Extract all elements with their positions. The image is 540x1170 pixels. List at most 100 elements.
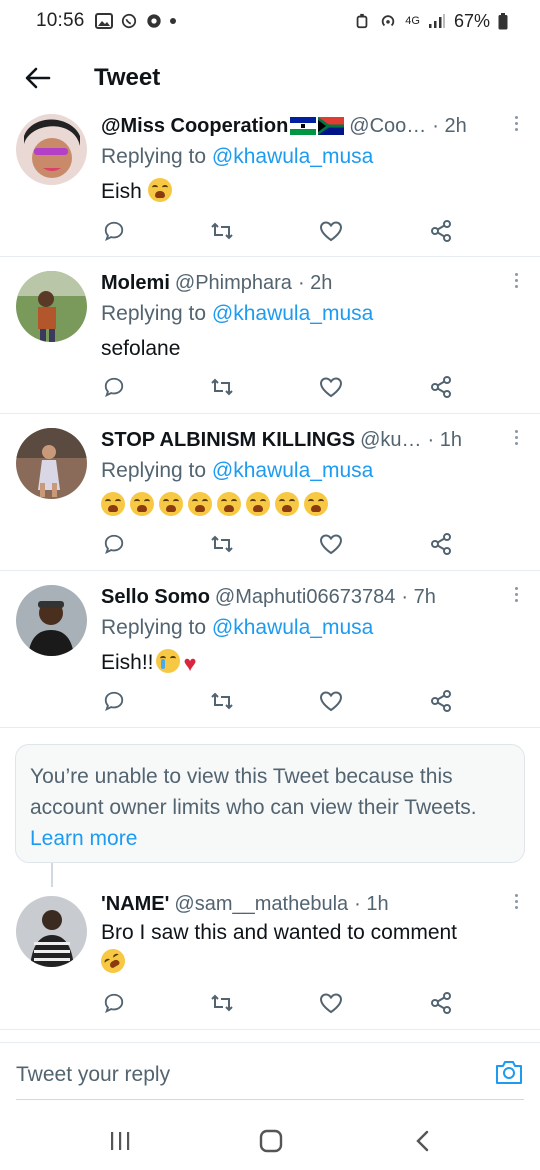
reply-icon [104, 993, 124, 1014]
retweet-icon [211, 222, 233, 240]
tweet-header: Molemi @Phimphara · 2h [101, 269, 520, 297]
alarm-icon [356, 13, 368, 29]
avatar[interactable] [16, 428, 87, 499]
loudly-crying-face-icon [101, 492, 125, 516]
author-name[interactable]: Molemi [101, 272, 170, 295]
more-options-button[interactable] [508, 112, 524, 134]
divider [16, 1099, 524, 1100]
camera-icon [496, 1061, 522, 1084]
retweet-button[interactable] [209, 688, 235, 714]
mention-link[interactable]: @khawula_musa [212, 145, 373, 168]
author-handle[interactable]: @sam__mathebula [174, 893, 348, 916]
more-options-button[interactable] [508, 426, 524, 448]
reply-prefix: Replying to [101, 302, 207, 325]
tweet-text-content: Bro I saw this and wanted to comment [101, 921, 458, 944]
signal-icon [428, 14, 445, 28]
heart-icon [319, 534, 343, 555]
like-button[interactable] [318, 688, 344, 714]
tweet-text: Eish [101, 177, 520, 207]
battery-percent: 67% [453, 10, 490, 31]
tweet[interactable]: Sello Somo @Maphuti06673784 · 7h Replyin… [0, 571, 540, 728]
more-options-button[interactable] [508, 269, 524, 291]
page-title: Tweet [94, 64, 161, 91]
tweet[interactable]: STOP ALBINISM KILLINGS @ku… · 1h Replyin… [0, 414, 540, 571]
more-options-button[interactable] [508, 890, 524, 912]
learn-more-link[interactable]: Learn more [30, 827, 137, 850]
retweet-icon [211, 378, 233, 396]
author-handle[interactable]: @ku… [360, 429, 421, 452]
gallery-icon [94, 13, 113, 29]
reply-input[interactable] [16, 1057, 466, 1093]
reply-button[interactable] [101, 218, 127, 244]
more-options-button[interactable] [508, 583, 524, 605]
share-button[interactable] [428, 374, 454, 400]
status-time: 10:56 [36, 10, 85, 31]
reply-button[interactable] [101, 688, 127, 714]
avatar[interactable] [16, 585, 87, 656]
reply-icon [104, 377, 124, 398]
share-button[interactable] [428, 688, 454, 714]
reply-button[interactable] [101, 990, 127, 1016]
heart-icon [319, 993, 343, 1014]
author-handle[interactable]: @Maphuti06673784 [215, 586, 395, 609]
tweet-text: Bro I saw this and wanted to comment [96, 918, 520, 978]
like-button[interactable] [318, 218, 344, 244]
home-button[interactable] [256, 1126, 286, 1156]
retweet-icon [211, 535, 233, 553]
author-name[interactable]: Sello Somo [101, 586, 210, 609]
share-icon [431, 690, 451, 712]
restricted-message: You’re unable to view this Tweet because… [30, 765, 477, 819]
recent-apps-button[interactable] [105, 1126, 135, 1156]
back-button[interactable] [18, 58, 58, 98]
avatar[interactable] [16, 114, 87, 185]
tweet-text-content: Eish!! [101, 651, 154, 674]
mention-link[interactable]: @khawula_musa [212, 302, 373, 325]
whatsapp-icon [121, 13, 136, 29]
retweet-button[interactable] [209, 990, 235, 1016]
back-nav-button[interactable] [408, 1126, 438, 1156]
like-button[interactable] [318, 374, 344, 400]
tweet-actions [101, 374, 461, 404]
share-button[interactable] [428, 218, 454, 244]
avatar[interactable] [16, 271, 87, 342]
camera-button[interactable] [494, 1057, 524, 1087]
tweet[interactable]: @Miss Cooperation @Coo… · 2h Replying to… [0, 104, 540, 257]
author-handle[interactable]: @Coo… [349, 115, 426, 138]
reply-button[interactable] [101, 374, 127, 400]
reply-prefix: Replying to [101, 145, 207, 168]
share-button[interactable] [428, 531, 454, 557]
chrome-icon [146, 14, 161, 28]
replying-to: Replying to @khawula_musa [101, 145, 520, 169]
rolling-on-floor-laughing-icon [96, 944, 130, 978]
author-name[interactable]: 'NAME' [101, 893, 169, 916]
tweet-header: @Miss Cooperation @Coo… · 2h [101, 112, 520, 140]
tweet-header: 'NAME' @sam__mathebula · 1h [101, 890, 520, 918]
like-button[interactable] [318, 531, 344, 557]
mention-link[interactable]: @khawula_musa [212, 459, 373, 482]
tweet[interactable]: Molemi @Phimphara · 2h Replying to @khaw… [0, 257, 540, 414]
tweet-header: Sello Somo @Maphuti06673784 · 7h [101, 583, 520, 611]
restricted-tweet-notice: You’re unable to view this Tweet because… [15, 744, 525, 863]
broken-heart-icon: ♥ [183, 651, 197, 676]
mention-link[interactable]: @khawula_musa [212, 616, 373, 639]
share-button[interactable] [428, 990, 454, 1016]
retweet-button[interactable] [209, 531, 235, 557]
battery-icon [498, 12, 508, 29]
tweet-time: · 2h [297, 271, 333, 294]
lesotho-flag-icon [290, 117, 317, 135]
retweet-button[interactable] [209, 218, 235, 244]
avatar[interactable] [16, 896, 87, 967]
tweet-actions [101, 531, 461, 561]
status-bar: 10:56 4G 67% [0, 0, 540, 42]
like-button[interactable] [318, 990, 344, 1016]
author-name[interactable]: STOP ALBINISM KILLINGS [101, 429, 355, 452]
author-handle[interactable]: @Phimphara [175, 272, 292, 295]
share-icon [431, 220, 451, 242]
reply-button[interactable] [101, 531, 127, 557]
author-name[interactable]: @Miss Cooperation [101, 115, 288, 138]
tweet-text-content: Eish [101, 180, 142, 203]
tweet-header: STOP ALBINISM KILLINGS @ku… · 1h [101, 426, 520, 454]
replying-to: Replying to @khawula_musa [101, 302, 520, 326]
tweet[interactable]: 'NAME' @sam__mathebula · 1h Bro I saw th… [0, 888, 540, 1030]
retweet-button[interactable] [209, 374, 235, 400]
